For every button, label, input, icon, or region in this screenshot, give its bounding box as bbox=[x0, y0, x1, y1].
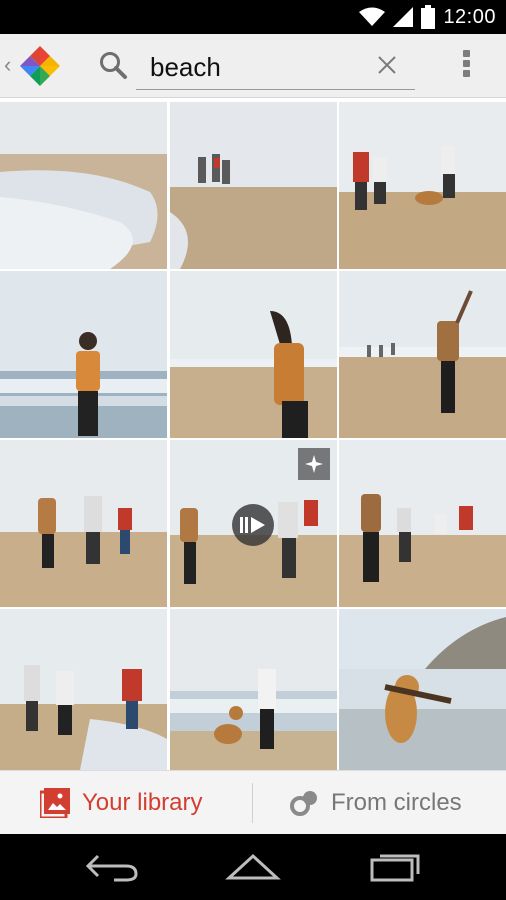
photo-library-icon bbox=[40, 788, 70, 818]
photo-tile[interactable] bbox=[170, 609, 337, 770]
woman-laughing-photo bbox=[170, 271, 337, 438]
system-nav-bar bbox=[0, 834, 506, 900]
photo-tile[interactable] bbox=[170, 440, 337, 607]
photo-grid bbox=[0, 99, 506, 770]
photo-tile[interactable] bbox=[0, 271, 167, 438]
back-chevron-icon[interactable]: ‹ bbox=[4, 54, 11, 76]
video-play-icon[interactable] bbox=[232, 504, 274, 546]
search-input[interactable]: beach bbox=[136, 44, 415, 90]
photo-tile[interactable] bbox=[339, 271, 506, 438]
wifi-icon bbox=[359, 7, 386, 26]
search-icon[interactable] bbox=[97, 50, 129, 82]
back-icon[interactable] bbox=[84, 852, 140, 882]
circles-icon bbox=[290, 791, 317, 816]
photo-tile[interactable] bbox=[339, 609, 506, 770]
photo-tile[interactable] bbox=[170, 102, 337, 269]
photo-tile[interactable] bbox=[0, 440, 167, 607]
group-jumping-photo bbox=[0, 440, 167, 607]
photo-tile[interactable] bbox=[339, 440, 506, 607]
tab-from-circles[interactable]: From circles bbox=[253, 771, 506, 835]
family-with-dog-photo bbox=[339, 102, 506, 269]
woman-jumping-photo bbox=[339, 271, 506, 438]
auto-awesome-icon bbox=[298, 448, 330, 480]
photo-tile[interactable] bbox=[339, 102, 506, 269]
beach-shoreline-photo bbox=[0, 102, 167, 269]
bottom-tabs: Your library From circles bbox=[0, 770, 506, 834]
status-bar: 12:00 bbox=[0, 0, 506, 34]
tab-label: Your library bbox=[82, 789, 203, 816]
tab-your-library[interactable]: Your library bbox=[0, 771, 252, 835]
woman-with-dog-photo bbox=[170, 609, 337, 770]
overflow-menu-icon[interactable] bbox=[460, 50, 472, 82]
battery-icon bbox=[421, 5, 436, 29]
action-bar: ‹ beach bbox=[0, 34, 506, 98]
home-icon[interactable] bbox=[225, 852, 281, 882]
group-cheering-photo bbox=[339, 440, 506, 607]
dog-with-stick-photo bbox=[339, 609, 506, 770]
status-time: 12:00 bbox=[443, 5, 496, 28]
photo-tile[interactable] bbox=[0, 609, 167, 770]
search-query: beach bbox=[150, 52, 221, 82]
woman-at-surf-photo bbox=[0, 271, 167, 438]
tab-label: From circles bbox=[331, 789, 462, 816]
photo-tile[interactable] bbox=[170, 271, 337, 438]
signal-icon bbox=[393, 7, 414, 27]
photo-tile[interactable] bbox=[0, 102, 167, 269]
running-trio-photo bbox=[0, 609, 167, 770]
clear-icon[interactable] bbox=[376, 54, 398, 76]
recents-icon[interactable] bbox=[366, 852, 422, 882]
running-couple-photo bbox=[170, 102, 337, 269]
photos-logo-icon[interactable] bbox=[16, 42, 64, 90]
